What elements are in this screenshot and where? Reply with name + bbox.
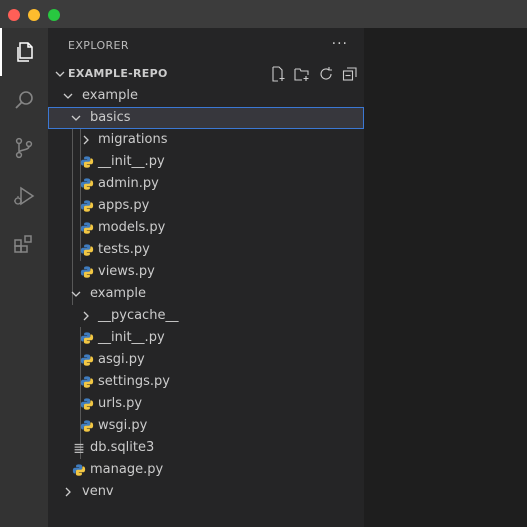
tree-item-label: asgi.py bbox=[98, 352, 145, 367]
tree-item-folder[interactable]: venv bbox=[48, 481, 364, 503]
workspace-section-header[interactable]: EXAMPLE-REPO bbox=[48, 63, 364, 85]
title-bar bbox=[0, 0, 527, 28]
chevron-down-icon bbox=[71, 115, 81, 121]
files-icon bbox=[17, 42, 33, 62]
run-debug-icon bbox=[14, 186, 35, 206]
tree-item-folder[interactable]: example bbox=[48, 85, 364, 107]
python-file-icon bbox=[80, 332, 94, 344]
activity-bar bbox=[0, 28, 48, 527]
tree-item-file[interactable]: wsgi.py bbox=[48, 415, 364, 437]
workspace-title: EXAMPLE-REPO bbox=[68, 67, 168, 80]
tree-item-label: __init__.py bbox=[98, 154, 165, 169]
activity-extensions[interactable] bbox=[0, 220, 48, 268]
python-file-icon bbox=[80, 398, 94, 410]
python-file-icon bbox=[80, 178, 94, 190]
tree-item-label: example bbox=[90, 286, 146, 301]
new-file-icon[interactable] bbox=[270, 66, 286, 82]
sidebar-title: EXPLORER bbox=[68, 39, 129, 52]
tree-item-folder-selected[interactable]: basics bbox=[48, 107, 364, 129]
database-file-icon bbox=[74, 443, 84, 453]
tree-item-file[interactable]: urls.py bbox=[48, 393, 364, 415]
tree-item-label: migrations bbox=[98, 132, 168, 147]
chevron-down-icon bbox=[63, 93, 73, 99]
explorer-sidebar: EXPLORER ··· EXAMPLE-REPO example basics… bbox=[48, 28, 364, 527]
activity-explorer[interactable] bbox=[0, 28, 48, 76]
tree-item-file[interactable]: tests.py bbox=[48, 239, 364, 261]
chevron-down-icon bbox=[71, 291, 81, 297]
chevron-down-icon bbox=[55, 71, 65, 77]
tree-item-label: settings.py bbox=[98, 374, 170, 389]
tree-item-file[interactable]: manage.py bbox=[48, 459, 364, 481]
tree-item-label: models.py bbox=[98, 220, 166, 235]
python-file-icon bbox=[80, 420, 94, 432]
tree-item-label: __pycache__ bbox=[98, 308, 179, 323]
tree-item-file[interactable]: admin.py bbox=[48, 173, 364, 195]
tree-item-file[interactable]: views.py bbox=[48, 261, 364, 283]
more-actions-icon[interactable]: ··· bbox=[332, 36, 348, 52]
tree-item-file[interactable]: apps.py bbox=[48, 195, 364, 217]
collapse-all-icon[interactable] bbox=[342, 66, 358, 82]
tree-item-file[interactable]: db.sqlite3 bbox=[48, 437, 364, 459]
python-file-icon bbox=[80, 376, 94, 388]
tree-item-label: wsgi.py bbox=[98, 418, 148, 433]
tree-item-label: urls.py bbox=[98, 396, 143, 411]
new-folder-icon[interactable] bbox=[294, 66, 310, 82]
tree-item-label: admin.py bbox=[98, 176, 159, 191]
activity-source-control[interactable] bbox=[0, 124, 48, 172]
python-file-icon bbox=[80, 222, 94, 234]
chevron-right-icon bbox=[65, 487, 71, 497]
tree-item-label: views.py bbox=[98, 264, 155, 279]
tree-item-label: venv bbox=[82, 484, 114, 499]
tree-item-file[interactable]: asgi.py bbox=[48, 349, 364, 371]
refresh-icon[interactable] bbox=[318, 66, 334, 82]
chevron-right-icon bbox=[83, 311, 89, 321]
tree-item-label: example bbox=[82, 88, 138, 103]
source-control-icon bbox=[15, 137, 33, 159]
maximize-window-button[interactable] bbox=[48, 9, 60, 21]
tree-item-label: basics bbox=[90, 110, 131, 125]
minimize-window-button[interactable] bbox=[28, 9, 40, 21]
chevron-right-icon bbox=[83, 135, 89, 145]
editor-area bbox=[364, 28, 527, 527]
tree-item-file[interactable]: models.py bbox=[48, 217, 364, 239]
tree-item-label: apps.py bbox=[98, 198, 150, 213]
python-file-icon bbox=[80, 156, 94, 168]
close-window-button[interactable] bbox=[8, 9, 20, 21]
tree-item-file[interactable]: __init__.py bbox=[48, 151, 364, 173]
activity-run-debug[interactable] bbox=[0, 172, 48, 220]
activity-search[interactable] bbox=[0, 76, 48, 124]
python-file-icon bbox=[80, 354, 94, 366]
python-file-icon bbox=[80, 266, 94, 278]
extensions-icon bbox=[14, 235, 32, 253]
tree-item-folder[interactable]: example bbox=[48, 283, 364, 305]
tree-item-file[interactable]: settings.py bbox=[48, 371, 364, 393]
tree-item-label: tests.py bbox=[98, 242, 150, 257]
search-icon bbox=[15, 91, 33, 109]
tree-item-folder[interactable]: migrations bbox=[48, 129, 364, 151]
python-file-icon bbox=[80, 200, 94, 212]
tree-item-label: db.sqlite3 bbox=[90, 440, 155, 455]
tree-item-folder[interactable]: __pycache__ bbox=[48, 305, 364, 327]
python-file-icon bbox=[80, 244, 94, 256]
python-file-icon bbox=[72, 464, 86, 476]
sidebar-header: EXPLORER ··· bbox=[48, 28, 364, 64]
tree-item-label: manage.py bbox=[90, 462, 164, 477]
tree-item-file[interactable]: __init__.py bbox=[48, 327, 364, 349]
tree-item-label: __init__.py bbox=[98, 330, 165, 345]
